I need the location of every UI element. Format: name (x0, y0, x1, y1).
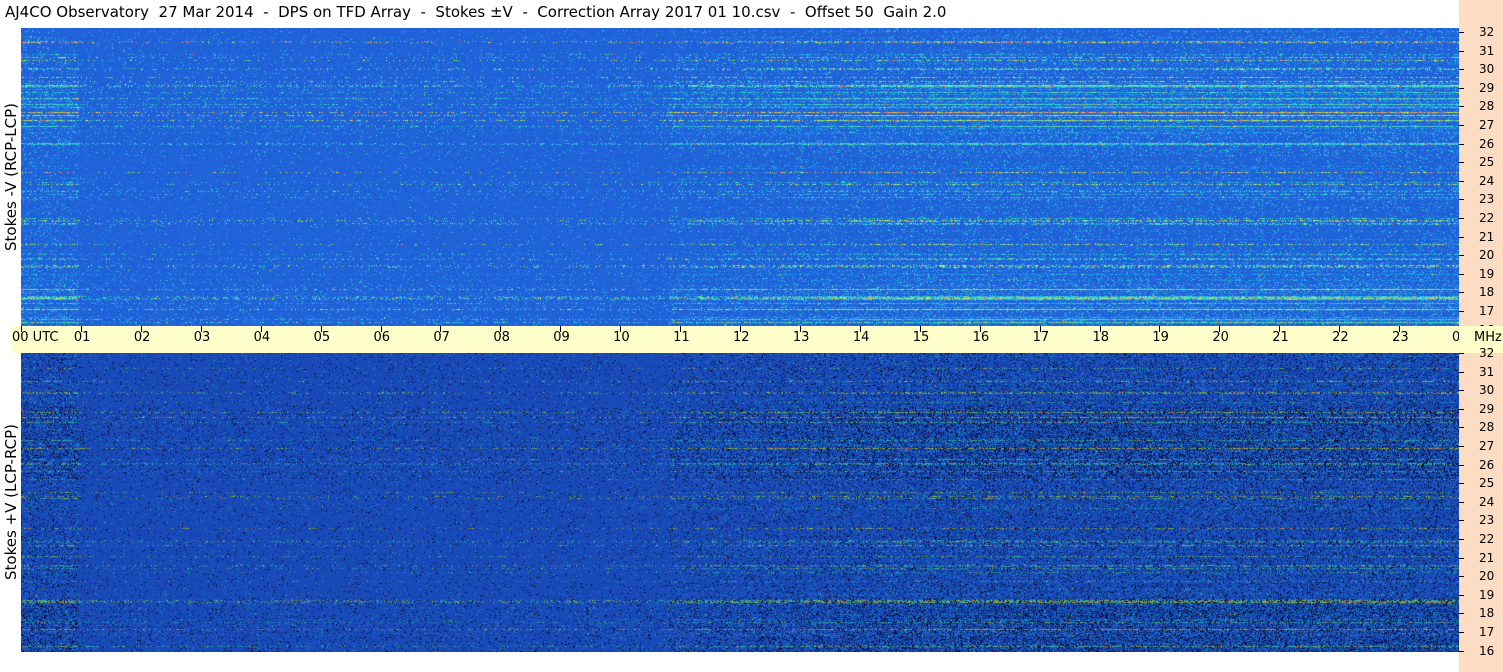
top-spectrogram (21, 28, 1459, 326)
utc-label: 08 (493, 330, 510, 345)
freq-label: 17 (1479, 625, 1495, 639)
freq-label: 23 (1479, 513, 1495, 528)
freq-tick (1459, 32, 1464, 33)
freq-label: 31 (1479, 43, 1495, 58)
utc-label: 07 (433, 330, 450, 345)
freq-tick (1459, 353, 1464, 354)
freq-tick (1459, 594, 1464, 596)
freq-label: 19 (1479, 587, 1495, 602)
utc-label: 19 (1152, 330, 1169, 345)
utc-time-axis: 00 UTC 01 02 03 04 05 06 07 08 09 10 11 12 13 14 15 16 17… (12, 326, 1469, 353)
freq-tick (1459, 218, 1464, 219)
freq-label: 19 (1479, 266, 1495, 281)
freq-tick (1459, 501, 1464, 503)
freq-label: 29 (1479, 401, 1495, 416)
freq-label: 30 (1479, 383, 1495, 398)
utc-label: 05 (313, 330, 331, 345)
utc-label: 22 (1332, 330, 1349, 345)
top-panel-ylabel: Stokes -V (RCP-LCP) (2, 103, 20, 251)
freq-label: 28 (1479, 99, 1495, 114)
utc-label: 14 (852, 330, 870, 345)
freq-label: 23 (1479, 192, 1495, 207)
utc-label: 02 (133, 330, 151, 345)
freq-label: 20 (1479, 569, 1495, 584)
utc-label: 09 (553, 330, 570, 345)
utc-label: 23 (1392, 330, 1409, 345)
freq-label: 29 (1479, 80, 1495, 95)
freq-unit-label: MHz (1474, 330, 1502, 345)
top-freq-axis: 3231302928272625242322212019181716 (1459, 0, 1503, 336)
freq-label: 32 (1479, 25, 1495, 39)
utc-label: 10 (613, 330, 630, 345)
freq-tick (1459, 273, 1464, 275)
freq-label: 22 (1479, 532, 1495, 546)
chart-title: AJ4CO Observatory 27 Mar 2014 - DPS on T… (5, 3, 947, 21)
freq-label: 26 (1479, 136, 1495, 151)
utc-label: 03 (193, 330, 211, 345)
freq-tick (1459, 408, 1464, 410)
utc-label: 11 (673, 330, 690, 345)
freq-label: 25 (1479, 155, 1495, 170)
utc-label: 17 (1032, 330, 1050, 345)
freq-label: 18 (1479, 606, 1495, 621)
freq-tick (1459, 557, 1464, 559)
freq-tick (1459, 125, 1464, 126)
freq-label: 27 (1479, 439, 1495, 453)
bottom-panel-ylabel: Stokes +V (LCP-RCP) (2, 424, 20, 580)
freq-tick (1459, 632, 1464, 633)
freq-label: 20 (1479, 248, 1495, 263)
utc-label: 18 (1092, 330, 1110, 345)
utc-label: 13 (792, 330, 810, 345)
freq-tick (1459, 520, 1464, 522)
freq-label: 32 (1479, 346, 1495, 360)
freq-label: 22 (1479, 211, 1495, 225)
freq-tick (1459, 613, 1464, 615)
freq-tick (1459, 311, 1464, 312)
utc-label: 15 (912, 330, 930, 345)
freq-tick (1459, 162, 1464, 164)
utc-label: 16 (972, 330, 990, 345)
freq-label: 31 (1479, 364, 1495, 379)
freq-label: 18 (1479, 285, 1495, 300)
freq-tick (1459, 255, 1464, 257)
freq-label: 21 (1479, 550, 1495, 565)
freq-tick (1459, 576, 1464, 578)
freq-tick (1459, 50, 1464, 52)
utc-label: 21 (1272, 330, 1289, 345)
freq-tick (1459, 236, 1464, 238)
freq-tick (1459, 539, 1464, 540)
freq-tick (1459, 106, 1464, 108)
freq-label: 21 (1479, 229, 1495, 244)
bottom-freq-axis: 32 31 30 29 28 27 26 25 24 23 22 21 20 19 18 17 16 (1459, 347, 1503, 672)
freq-label: 26 (1479, 457, 1495, 472)
freq-label: 27 (1479, 118, 1495, 132)
freq-tick (1459, 483, 1464, 485)
utc-label: 12 (733, 330, 750, 345)
freq-tick (1459, 427, 1464, 429)
utc-label: 04 (253, 330, 271, 345)
freq-label: 24 (1479, 173, 1495, 188)
freq-tick (1459, 390, 1464, 392)
freq-label: 28 (1479, 420, 1495, 435)
freq-label: 25 (1479, 476, 1495, 491)
freq-label: 24 (1479, 494, 1495, 509)
freq-label: 16 (1479, 643, 1495, 658)
freq-tick (1459, 292, 1464, 294)
utc-label: 00 UTC (12, 330, 59, 345)
freq-tick (1459, 446, 1464, 447)
freq-tick (1459, 371, 1464, 373)
freq-tick (1459, 69, 1464, 71)
utc-label: 01 (73, 330, 91, 345)
freq-tick (1459, 180, 1464, 182)
freq-tick (1459, 464, 1464, 466)
utc-label: 20 (1212, 330, 1229, 345)
freq-tick (1459, 143, 1464, 145)
bottom-spectrogram (21, 353, 1459, 652)
freq-tick (1459, 650, 1464, 652)
utc-label: 06 (373, 330, 391, 345)
freq-tick (1459, 87, 1464, 89)
freq-tick (1459, 199, 1464, 201)
freq-label: 30 (1479, 62, 1495, 77)
freq-label: 17 (1479, 304, 1495, 318)
